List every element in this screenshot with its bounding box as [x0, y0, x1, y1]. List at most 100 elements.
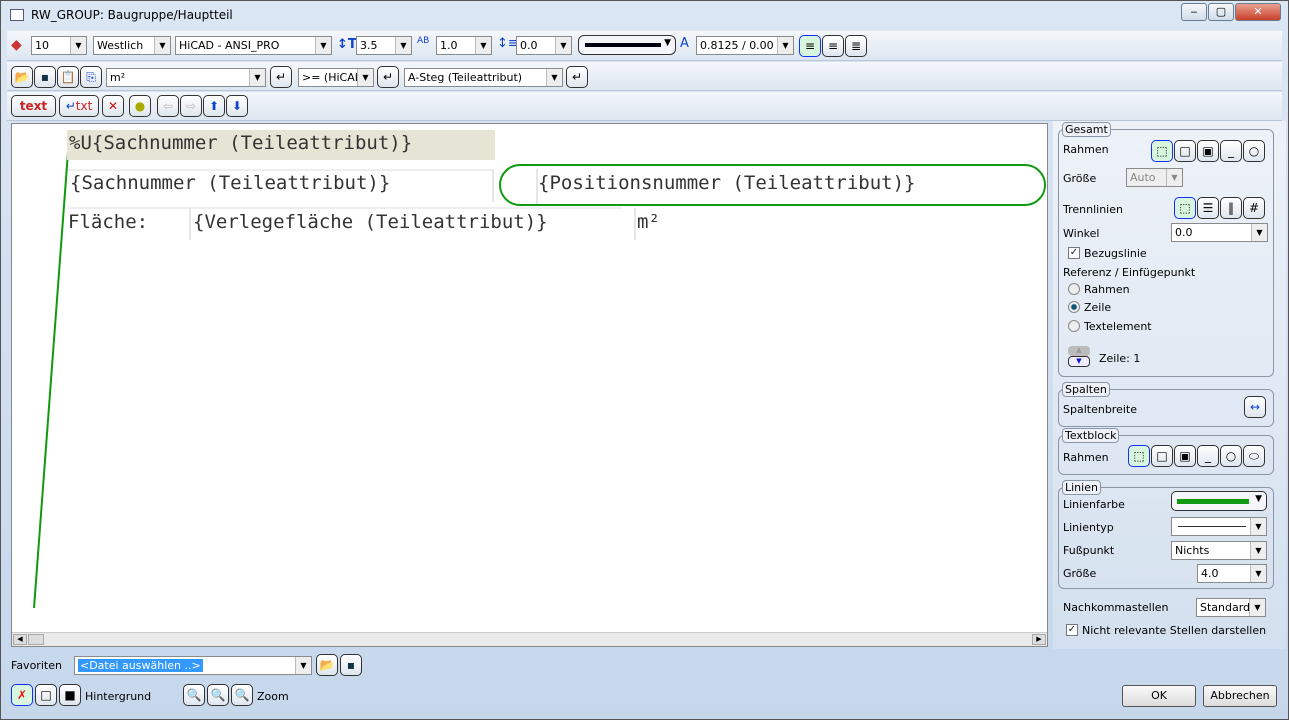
radio-zeile[interactable] [1068, 301, 1080, 313]
angle-select[interactable]: 0.0 ▼ [1171, 223, 1268, 242]
row-up-button[interactable]: ▲ [1068, 346, 1090, 356]
text-row-3-unit[interactable]: m² [637, 211, 660, 233]
foot-point-select[interactable]: Nichts ▼ [1171, 541, 1267, 560]
chevron-down-icon: ▼ [1166, 169, 1182, 186]
separator-grid-button[interactable]: # [1243, 197, 1265, 219]
line-color-picker[interactable]: ▼ [1171, 491, 1267, 511]
attribute-select[interactable]: A-Steg (Teileattribut) ▼ [404, 68, 563, 87]
reference-line [33, 151, 1046, 609]
frame-none-button[interactable]: ⬚ [1151, 140, 1173, 162]
groesse-label: Größe [1063, 172, 1097, 185]
favorites-save-icon[interactable]: ▪ [340, 654, 362, 676]
chevron-down-icon: ▼ [546, 69, 562, 86]
separator-none-button[interactable]: ⬚ [1174, 197, 1196, 219]
zoom-fit-icon[interactable]: 🔍 [231, 684, 253, 706]
paste-icon[interactable]: 📋 [57, 66, 79, 88]
text-row-1[interactable]: %U{Sachnummer (Teileattribut)} [67, 130, 495, 160]
align-left-button[interactable]: ≡ [799, 35, 821, 57]
chevron-down-icon: ▼ [1250, 518, 1266, 535]
delete-button[interactable]: ✕ [102, 95, 124, 117]
unit-select[interactable]: m² ▼ [106, 68, 266, 87]
tb-frame-double-button[interactable]: ▣ [1174, 445, 1196, 467]
arrow-up-button[interactable]: ⬆ [203, 95, 225, 117]
open-folder-icon[interactable]: 📂 [11, 66, 33, 88]
save-icon[interactable]: ▪ [34, 66, 56, 88]
new-text-button[interactable]: text [11, 95, 56, 117]
favoriten-label: Favoriten [11, 659, 62, 672]
decimal-places-select[interactable]: Standard ▼ [1196, 598, 1266, 617]
frame-square-button[interactable]: □ [1174, 140, 1196, 162]
zoom-label: Zoom [257, 690, 289, 703]
line-spacing-select[interactable]: 0.0 ▼ [516, 36, 572, 55]
background-white-button[interactable]: □ [35, 684, 57, 706]
operator-value: >= (HiCAD [302, 71, 364, 84]
radio-textelement[interactable] [1068, 320, 1080, 332]
winkel-label: Winkel [1063, 227, 1100, 240]
background-none-button[interactable]: ✗ [11, 684, 33, 706]
tb-frame-oval-button[interactable]: ⬭ [1243, 445, 1265, 467]
text-row-2-part-number[interactable]: {Sachnummer (Teileattribut)} [70, 172, 390, 194]
direction-select[interactable]: Westlich ▼ [93, 36, 171, 55]
align-justify-button[interactable]: ≣ [845, 35, 867, 57]
group-spalten: Spalten Spaltenbreite ↔ [1058, 382, 1274, 427]
separator-vertical-button[interactable]: ‖ [1220, 197, 1242, 219]
nicht-relevante-checkbox[interactable]: ✓ [1066, 624, 1078, 636]
referenz-label: Referenz / Einfügepunkt [1063, 266, 1196, 279]
separator-horizontal-button[interactable]: ☰ [1197, 197, 1219, 219]
background-black-button[interactable]: ■ [59, 684, 81, 706]
scroll-thumb[interactable] [28, 634, 44, 645]
zoom-out-icon[interactable]: 🔍 [183, 684, 205, 706]
favorites-open-icon[interactable]: 📂 [316, 654, 338, 676]
frame-circle-button[interactable]: ○ [1243, 140, 1265, 162]
text-row-3-area[interactable]: {Verlegefläche (Teileattribut)} [193, 211, 548, 233]
tb-frame-none-button[interactable]: ⬚ [1128, 445, 1150, 467]
arrow-right-button[interactable]: ⇨ [180, 95, 202, 117]
tb-frame-underline-button[interactable]: _ [1197, 445, 1219, 467]
new-line-text-button[interactable]: ↵txt [59, 95, 99, 117]
tb-frame-circle-button[interactable]: ○ [1220, 445, 1242, 467]
tb-frame-square-button[interactable]: □ [1151, 445, 1173, 467]
font-value: HiCAD - ANSI_PRO [179, 39, 280, 52]
column-width-button[interactable]: ↔ [1244, 396, 1266, 418]
insert-unit-button[interactable]: ↵ [270, 66, 292, 88]
line-style-picker[interactable]: ▼ [578, 35, 676, 55]
maximize-button[interactable]: ▢ [1208, 3, 1234, 21]
scroll-right-icon[interactable]: ▶ [1032, 634, 1046, 645]
insert-operator-button[interactable]: ↵ [377, 66, 399, 88]
text-ratio-select[interactable]: 0.8125 / 0.00 ▼ [696, 36, 794, 55]
zoom-in-icon[interactable]: 🔍 [207, 684, 229, 706]
size-select[interactable]: Auto ▼ [1126, 168, 1183, 187]
frame-underline-button[interactable]: _ [1220, 140, 1242, 162]
rahmen-label: Rahmen [1063, 143, 1109, 156]
align-center-button[interactable]: ≡ [822, 35, 844, 57]
ok-button[interactable]: OK [1122, 685, 1196, 707]
chevron-down-icon: ▼ [555, 37, 571, 54]
operator-select[interactable]: >= (HiCAD ▼ [298, 68, 374, 87]
radio-rahmen[interactable] [1068, 283, 1080, 295]
text-height-select[interactable]: 3.5 ▼ [356, 36, 412, 55]
minimize-button[interactable]: ‒ [1181, 3, 1207, 21]
text-row-3-label[interactable]: Fläche: [68, 211, 148, 233]
frame-double-button[interactable]: ▣ [1197, 140, 1219, 162]
row-down-button[interactable]: ▼ [1068, 356, 1090, 367]
text-editor-canvas[interactable]: %U{Sachnummer (Teileattribut)} {Sachnumm… [11, 123, 1048, 647]
layer-select[interactable]: 10 ▼ [31, 36, 87, 55]
scroll-left-icon[interactable]: ◀ [13, 634, 27, 645]
bezugslinie-checkbox[interactable]: ✓ [1068, 247, 1080, 259]
horizontal-scrollbar[interactable]: ◀ ▶ [12, 632, 1047, 646]
chevron-down-icon: ▼ [475, 37, 491, 54]
arrow-down-button[interactable]: ⬇ [226, 95, 248, 117]
insert-attribute-button[interactable]: ↵ [566, 66, 588, 88]
arrow-left-button[interactable]: ⇦ [157, 95, 179, 117]
close-button[interactable]: ✕ [1235, 3, 1281, 21]
char-spacing-select[interactable]: 1.0 ▼ [436, 36, 492, 55]
attribute-coins-button[interactable]: ● [129, 95, 151, 117]
favorites-select[interactable]: <Datei auswählen ..> ▼ [74, 656, 312, 675]
copy-icon[interactable]: ⎘ [80, 66, 102, 88]
cancel-button[interactable]: Abbrechen [1203, 685, 1277, 707]
font-select[interactable]: HiCAD - ANSI_PRO ▼ [175, 36, 332, 55]
chevron-down-icon: ▼ [357, 69, 373, 86]
text-row-2-position-number[interactable]: {Positionsnummer (Teileattribut)} [538, 172, 916, 194]
line-size-select[interactable]: 4.0 ▼ [1197, 564, 1267, 583]
line-type-select[interactable]: ▼ [1171, 517, 1267, 536]
